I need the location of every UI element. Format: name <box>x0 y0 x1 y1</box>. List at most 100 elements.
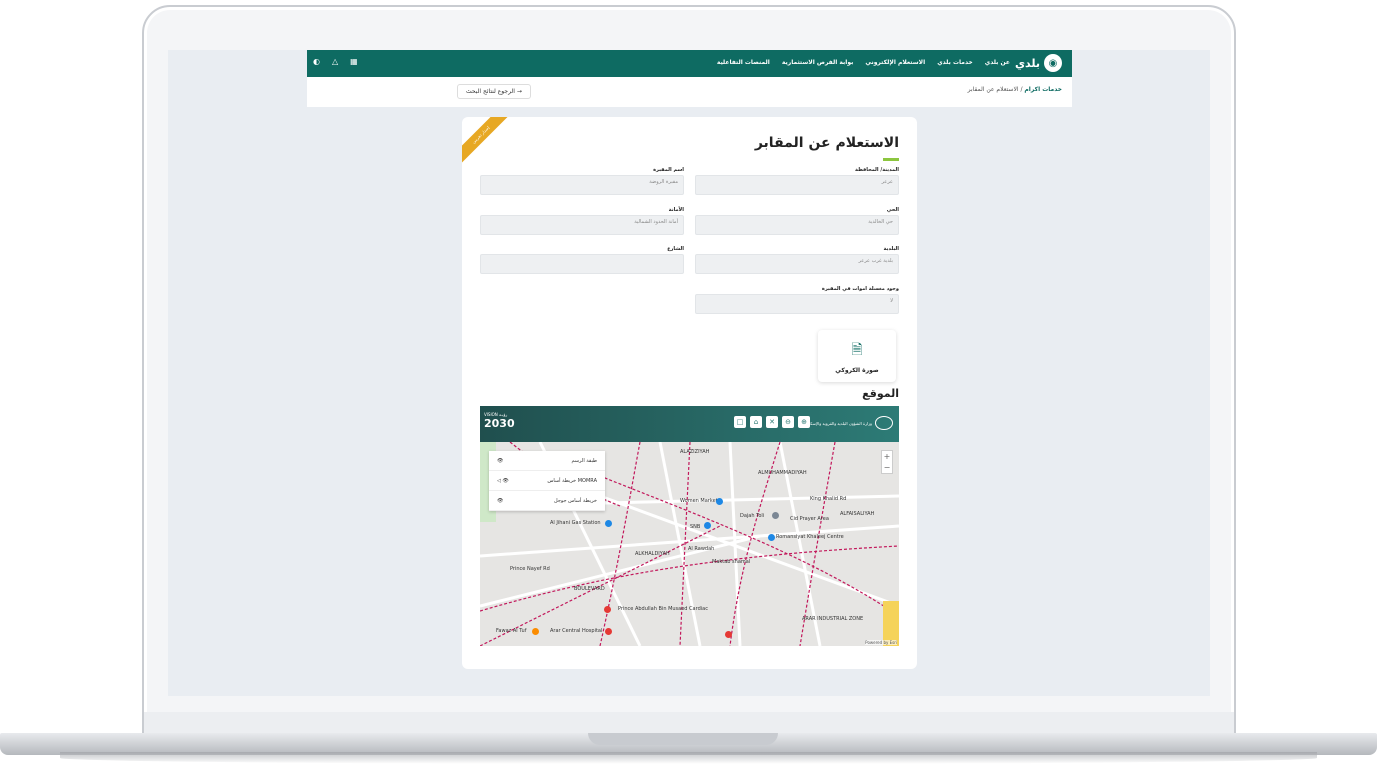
eye-icon[interactable]: 👁 ◁ <box>497 478 509 484</box>
municipality-field: البلدية بلدية غرب عرعر <box>695 246 899 274</box>
layer-google-label: خريطة أساس جوجل <box>554 497 597 504</box>
place-label: King Khalid Rd <box>810 496 847 502</box>
place-label: Al Jihani Gas Station <box>550 520 601 526</box>
location-map[interactable]: VISION رؤيـة 2030 □ ⌂ ✕ ⊖ ⊕ وزارة الشؤون… <box>480 406 899 646</box>
city-field: المدينة/ المحافظة عرعر <box>695 167 899 195</box>
bell-icon[interactable]: △ <box>332 57 338 66</box>
place-label: Romansiyat Khaleej Centre <box>776 534 844 540</box>
ministry-name: وزارة الشؤون البلدية والقروية والإسكان <box>806 420 872 426</box>
vision-2030-logo: VISION رؤيـة 2030 <box>484 412 515 430</box>
map-pin-icon[interactable] <box>704 522 711 529</box>
amanah-value: أمانة الحدود الشمالية <box>480 215 684 235</box>
map-pin-icon[interactable] <box>532 628 539 635</box>
map-pin-icon[interactable] <box>604 606 611 613</box>
top-navigation: بلدي ◉ عن بلدي خدمات بلدي الاستعلام الإل… <box>307 50 1072 77</box>
street-value <box>480 254 684 274</box>
municipality-label: البلدية <box>883 246 899 252</box>
district-value: حي الخالدية <box>695 215 899 235</box>
sketch-image-button[interactable]: 🗎 صورة الكروكي <box>818 330 896 382</box>
nav-item-services[interactable]: خدمات بلدي <box>937 59 973 66</box>
street-field: الشارع <box>480 246 684 274</box>
eye-icon[interactable]: 👁 <box>497 458 503 464</box>
place-label: ALFAISALIYAH <box>840 511 875 517</box>
location-title: الموقع <box>862 387 899 400</box>
back-button-label: الرجوع لنتائج البحث <box>466 88 515 95</box>
breadcrumb-separator: / <box>1018 86 1023 93</box>
place-label: ALKHALDIYAH <box>635 551 670 557</box>
map-pin-icon[interactable] <box>725 631 732 638</box>
nav-item-inquiry[interactable]: الاستعلام الإلكتروني <box>865 59 925 66</box>
place-label: Prince Nayef Rd <box>510 566 550 572</box>
back-to-results-button[interactable]: الرجوع لنتائج البحث → <box>457 84 531 99</box>
district-field: الحي حي الخالدية <box>695 207 899 235</box>
sketch-label: صورة الكروكي <box>835 367 879 374</box>
amanah-label: الأمانة <box>668 207 684 213</box>
place-label: BOULEVARD <box>574 586 605 592</box>
eye-icon[interactable]: 👁 <box>497 498 503 504</box>
logo-icon: ◉ <box>1044 54 1062 72</box>
map-zoom-out-button[interactable]: − <box>882 462 892 473</box>
layer-drawing-label: طبقة الرسم <box>571 457 597 464</box>
place-label: ALMUHAMMADIYAH <box>758 470 807 476</box>
nav-item-about[interactable]: عن بلدي <box>985 59 1010 66</box>
washing-place-value: لا <box>695 294 899 314</box>
washing-place-label: وجود مغسلة اموات في المقبرة <box>821 286 899 292</box>
logo-text: بلدي <box>1014 56 1040 70</box>
laptop-shadow <box>60 752 1317 764</box>
ministry-logo: وزارة الشؤون البلدية والقروية والإسكان <box>806 416 893 430</box>
cemetery-name-field: اسم المقبرة مقبرة الروضة <box>480 167 684 195</box>
district-label: الحي <box>886 207 899 213</box>
nav-menu: عن بلدي خدمات بلدي الاستعلام الإلكتروني … <box>717 59 1010 66</box>
street-label: الشارع <box>667 246 684 252</box>
checkbox-icon[interactable]: □ <box>734 416 746 428</box>
map-pin-icon[interactable] <box>605 628 612 635</box>
place-label: ALAZIZIYAH <box>680 449 710 455</box>
grid-icon[interactable]: ▦ <box>350 57 358 66</box>
layer-google[interactable]: خريطة أساس جوجل 👁 <box>489 491 605 511</box>
map-pin-icon[interactable] <box>716 498 723 505</box>
zoom-out-icon[interactable]: ⊖ <box>782 416 794 428</box>
layer-drawing[interactable]: طبقة الرسم 👁 <box>489 451 605 471</box>
nav-item-investment[interactable]: بوابة الفرص الاستثمارية <box>782 59 854 66</box>
map-attribution[interactable]: Powered by Esri <box>865 640 897 645</box>
place-label: Prince Abdullah Bin Musaed Cardiac <box>618 606 708 612</box>
layer-momra[interactable]: MOMRA خريطة أساس 👁 ◁ <box>489 471 605 491</box>
nav-icons: ◐ △ ▦ <box>313 57 358 66</box>
vision-number: 2030 <box>484 417 515 430</box>
city-label: المدينة/ المحافظة <box>855 167 899 173</box>
map-zoom-in-button[interactable]: + <box>882 451 892 462</box>
browser-screen: بلدي ◉ عن بلدي خدمات بلدي الاستعلام الإل… <box>168 50 1210 696</box>
place-label: ARAR INDUSTRIAL ZONE <box>802 616 864 622</box>
globe-icon[interactable]: ◐ <box>313 57 320 66</box>
cemetery-name-value: مقبرة الروضة <box>480 175 684 195</box>
map-pin-icon[interactable] <box>605 520 612 527</box>
title-underline <box>883 158 899 161</box>
place-label: Arar Central Hospital <box>550 628 603 634</box>
place-label: Cid Prayer Area <box>790 516 829 522</box>
cemetery-name-label: اسم المقبرة <box>653 167 684 173</box>
laptop-notch <box>588 733 778 745</box>
inquiry-card: إصدار تجريبي الاستعلام عن المقابر المدين… <box>462 117 917 669</box>
home-icon[interactable]: ⌂ <box>750 416 762 428</box>
place-label: Fawaz Al Tuf <box>496 628 527 634</box>
balady-logo[interactable]: بلدي ◉ <box>1015 54 1062 72</box>
map-pin-icon[interactable] <box>772 512 779 519</box>
fullscreen-icon[interactable]: ✕ <box>766 416 778 428</box>
city-value: عرعر <box>695 175 899 195</box>
map-pin-icon[interactable] <box>768 534 775 541</box>
map-toolbar: □ ⌂ ✕ ⊖ ⊕ <box>734 416 810 428</box>
palm-seal-icon <box>875 416 893 430</box>
map-zoom-control: + − <box>881 450 893 474</box>
nav-item-platforms[interactable]: المنصات التفاعلية <box>717 59 770 66</box>
map-header: VISION رؤيـة 2030 □ ⌂ ✕ ⊖ ⊕ وزارة الشؤون… <box>480 406 899 442</box>
layer-momra-label: MOMRA خريطة أساس <box>547 477 597 484</box>
document-icon: 🗎 <box>851 342 863 358</box>
beta-ribbon: إصدار تجريبي <box>462 117 510 164</box>
washing-place-field: وجود مغسلة اموات في المقبرة لا <box>695 286 899 314</box>
laptop-bezel <box>144 712 1234 734</box>
place-label: Maktab shamal <box>712 559 751 565</box>
breadcrumb-root[interactable]: خدمات اكرام <box>1024 86 1062 93</box>
page-title: الاستعلام عن المقابر <box>754 135 899 151</box>
arrow-right-icon: → <box>516 88 522 95</box>
amanah-field: الأمانة أمانة الحدود الشمالية <box>480 207 684 235</box>
